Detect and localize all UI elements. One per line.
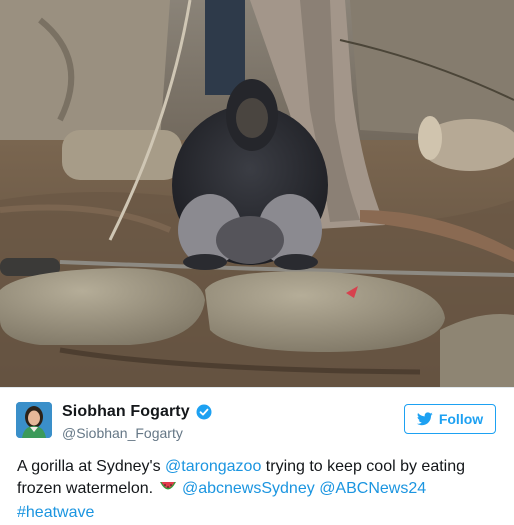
twitter-bird-icon (416, 412, 433, 426)
embedded-tweet: Siobhan Fogarty @Siobhan_Fogarty Follow … (0, 0, 514, 525)
tweet-body: Siobhan Fogarty @Siobhan_Fogarty Follow … (0, 387, 514, 525)
author-name-row[interactable]: Siobhan Fogarty (62, 403, 212, 421)
mention-abcnews24[interactable]: @ABCNews24 (319, 480, 426, 497)
mention-tarongazoo[interactable]: @tarongazoo (165, 458, 261, 475)
mention-abcnewssydney[interactable]: @abcnewsSydney (182, 480, 315, 497)
avatar[interactable] (16, 402, 52, 438)
author-handle[interactable]: @Siobhan_Fogarty (62, 425, 183, 441)
verified-badge-icon (196, 404, 212, 420)
follow-label: Follow (438, 411, 484, 427)
author-display-name[interactable]: Siobhan Fogarty (62, 403, 190, 421)
hashtag-heatwave[interactable]: #heatwave (17, 504, 94, 521)
watermelon-emoji-icon (159, 480, 176, 502)
tweet-text-part: A gorilla at Sydney's (17, 458, 166, 475)
follow-button[interactable]: Follow (404, 404, 496, 434)
tweet-text: A gorilla at Sydney's @tarongazoo trying… (17, 456, 497, 524)
tweet-photo[interactable] (0, 0, 514, 387)
